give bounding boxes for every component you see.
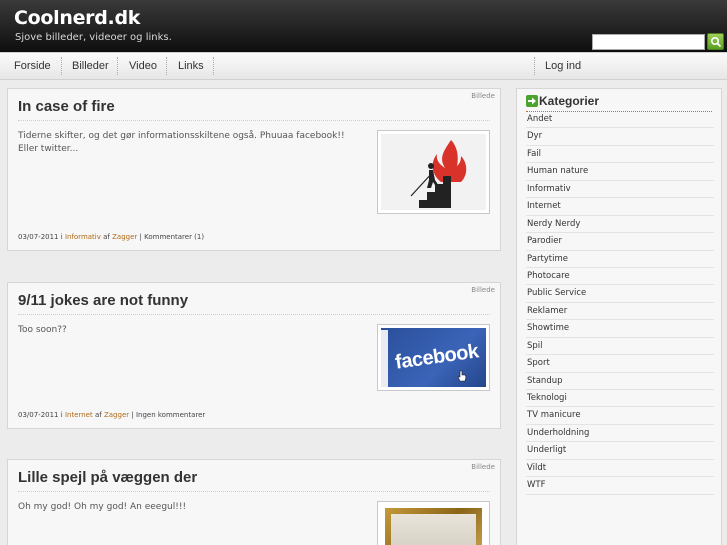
category-item-spil[interactable]: Spil	[526, 338, 714, 356]
category-item-public-service[interactable]: Public Service	[526, 285, 714, 303]
category-item-parodier[interactable]: Parodier	[526, 233, 714, 251]
thumb-edge	[381, 330, 388, 387]
main-nav: Forside Billeder Video Links Log ind	[0, 52, 727, 80]
nav-item-video[interactable]: Video	[129, 53, 157, 79]
post-comments-link[interactable]: | Ingen kommentarer	[131, 411, 205, 419]
nav-item-forside[interactable]: Forside	[14, 53, 51, 79]
site-title[interactable]: Coolnerd.dk	[14, 7, 140, 29]
post-author-link[interactable]: Zagger	[112, 233, 137, 241]
post-title[interactable]: 9/11 jokes are not funny	[18, 292, 188, 309]
post-card: Billede Lille spejl på væggen der Oh my …	[7, 459, 501, 545]
post-thumbnail-mirror[interactable]	[377, 501, 490, 545]
mirror-glass	[391, 514, 476, 545]
category-item-internet[interactable]: Internet	[526, 198, 714, 216]
post-thumbnail-fire-exit[interactable]	[377, 130, 490, 214]
post-category-link[interactable]: Informativ	[65, 233, 101, 241]
category-item-nerdy-nerdy[interactable]: Nerdy Nerdy	[526, 216, 714, 234]
nav-separator	[61, 57, 62, 75]
post-meta: 03/07-2011 i Informativ af Zagger | Komm…	[18, 233, 204, 241]
category-item-fail[interactable]: Fail	[526, 146, 714, 164]
post-excerpt: Oh my god! Oh my god! An eeegul!!!	[18, 502, 187, 512]
fire-exit-sign-image	[381, 134, 486, 210]
post-type-label: Billede	[471, 286, 495, 294]
category-item-standup[interactable]: Standup	[526, 373, 714, 390]
arrow-right-icon	[526, 95, 538, 107]
search-input[interactable]	[592, 34, 705, 50]
post-excerpt: Tiderne skifter, og det gør informations…	[18, 131, 345, 154]
post-type-label: Billede	[471, 92, 495, 100]
post-divider	[18, 314, 490, 315]
category-item-sport[interactable]: Sport	[526, 355, 714, 373]
post-date: 03/07-2011	[18, 233, 59, 241]
category-item-informativ[interactable]: Informativ	[526, 181, 714, 199]
post-thumbnail-facebook[interactable]: facebook	[377, 324, 490, 391]
post-author-link[interactable]: Zagger	[104, 411, 129, 419]
categories-sidebar: Kategorier Andet Dyr Fail Human nature I…	[516, 88, 722, 545]
post-title[interactable]: In case of fire	[18, 98, 115, 115]
meta-by: af	[103, 233, 110, 241]
post-type-label: Billede	[471, 463, 495, 471]
category-list: Andet Dyr Fail Human nature Informativ I…	[526, 111, 714, 495]
category-item-vildt[interactable]: Vildt	[526, 460, 714, 478]
category-item-tv-manicure[interactable]: TV manicure	[526, 407, 714, 425]
mirror-frame	[385, 508, 482, 545]
site-header: Coolnerd.dk Sjove billeder, videoer og l…	[0, 0, 727, 52]
nav-separator	[213, 57, 214, 75]
category-item-underholdning[interactable]: Underholdning	[526, 425, 714, 443]
login-link[interactable]: Log ind	[545, 53, 581, 79]
category-item-andet[interactable]: Andet	[526, 111, 714, 129]
category-item-photocare[interactable]: Photocare	[526, 268, 714, 286]
sidebar-title: Kategorier	[539, 94, 600, 108]
meta-in: i	[60, 411, 63, 419]
nav-separator	[534, 57, 535, 75]
nav-item-billeder[interactable]: Billeder	[72, 53, 109, 79]
nav-separator	[166, 57, 167, 75]
post-card: Billede 9/11 jokes are not funny Too soo…	[7, 282, 501, 429]
post-category-link[interactable]: Internet	[65, 411, 93, 419]
search-button[interactable]	[707, 33, 724, 50]
meta-by: af	[94, 411, 102, 419]
category-item-reklamer[interactable]: Reklamer	[526, 303, 714, 321]
meta-in: i	[60, 233, 63, 241]
post-title[interactable]: Lille spejl på væggen der	[18, 469, 197, 486]
post-excerpt: Too soon??	[18, 325, 67, 335]
category-item-showtime[interactable]: Showtime	[526, 320, 714, 338]
post-comments-link[interactable]: | Kommentarer (1)	[140, 233, 205, 241]
category-item-wtf[interactable]: WTF	[526, 477, 714, 495]
post-divider	[18, 120, 490, 121]
category-item-partytime[interactable]: Partytime	[526, 251, 714, 268]
category-item-human-nature[interactable]: Human nature	[526, 163, 714, 181]
hand-cursor-icon	[457, 370, 467, 382]
post-divider	[18, 491, 490, 492]
post-card: Billede In case of fire Tiderne skifter,…	[7, 88, 501, 251]
category-item-dyr[interactable]: Dyr	[526, 128, 714, 146]
site-tagline: Sjove billeder, videoer og links.	[15, 32, 172, 43]
facebook-logo-text: facebook	[393, 340, 480, 374]
category-item-teknologi[interactable]: Teknologi	[526, 390, 714, 408]
search-icon	[710, 36, 722, 48]
nav-item-links[interactable]: Links	[178, 53, 204, 79]
post-meta: 03/07-2011 i Internet af Zagger | Ingen …	[18, 411, 205, 419]
nav-separator	[117, 57, 118, 75]
category-item-underligt[interactable]: Underligt	[526, 442, 714, 460]
post-date: 03/07-2011	[18, 411, 59, 419]
